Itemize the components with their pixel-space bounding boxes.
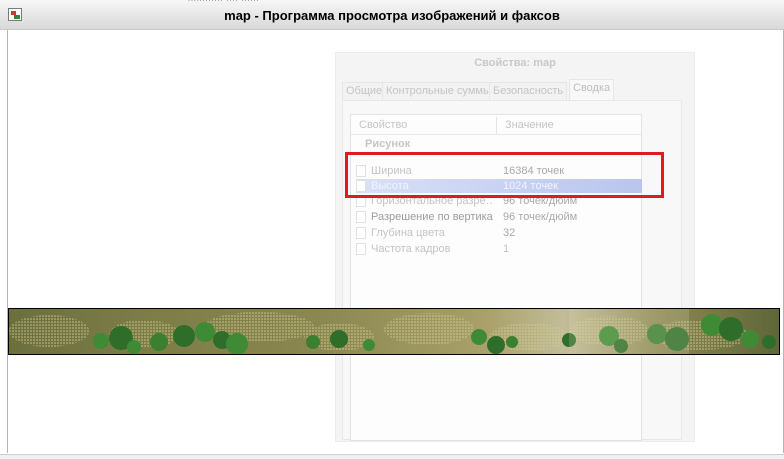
top-text-fragment: ............·....·......: [188, 0, 338, 3]
window-bottom-border: [0, 454, 784, 459]
title-bar: map - Программа просмотра изображений и …: [0, 0, 784, 30]
column-divider[interactable]: [496, 117, 497, 134]
map-image-graphic: [9, 309, 776, 354]
red-highlight-annotation: [345, 152, 664, 198]
list-item-vertical-resolution[interactable]: Разрешение по вертикали 96 точек/дюйм: [356, 210, 642, 224]
list-header: Свойство Значение: [351, 117, 641, 135]
tab-security[interactable]: Безопасность: [489, 82, 568, 100]
property-value: 96 точек/дюйм: [503, 211, 578, 223]
list-item-frame-rate[interactable]: Частота кадров 1: [356, 242, 642, 256]
glare: [569, 309, 689, 354]
tab-summary[interactable]: Сводка: [569, 79, 615, 100]
property-name: Глубина цвета: [371, 227, 445, 239]
tab-general[interactable]: Общие: [342, 82, 387, 100]
group-label-picture: Рисунок: [365, 138, 411, 150]
properties-dialog-title: Свойства: map: [474, 57, 556, 69]
map-image: [8, 308, 780, 355]
document-icon: [356, 211, 366, 223]
property-name: Частота кадров: [371, 243, 451, 255]
property-value: 1: [503, 243, 510, 255]
document-icon: [356, 243, 366, 255]
document-icon: [356, 227, 366, 239]
list-item-color-depth[interactable]: Глубина цвета 32: [356, 226, 642, 240]
window-title: map - Программа просмотра изображений и …: [224, 8, 560, 23]
properties-dialog: Свойства: map Общие Контрольные суммы Бе…: [335, 52, 695, 442]
property-value: 32: [503, 227, 516, 239]
property-name: Разрешение по вертикали: [371, 211, 493, 223]
tab-checksums[interactable]: Контрольные суммы: [382, 82, 495, 100]
column-header-value[interactable]: Значение: [505, 119, 554, 131]
column-header-property[interactable]: Свойство: [359, 119, 407, 131]
